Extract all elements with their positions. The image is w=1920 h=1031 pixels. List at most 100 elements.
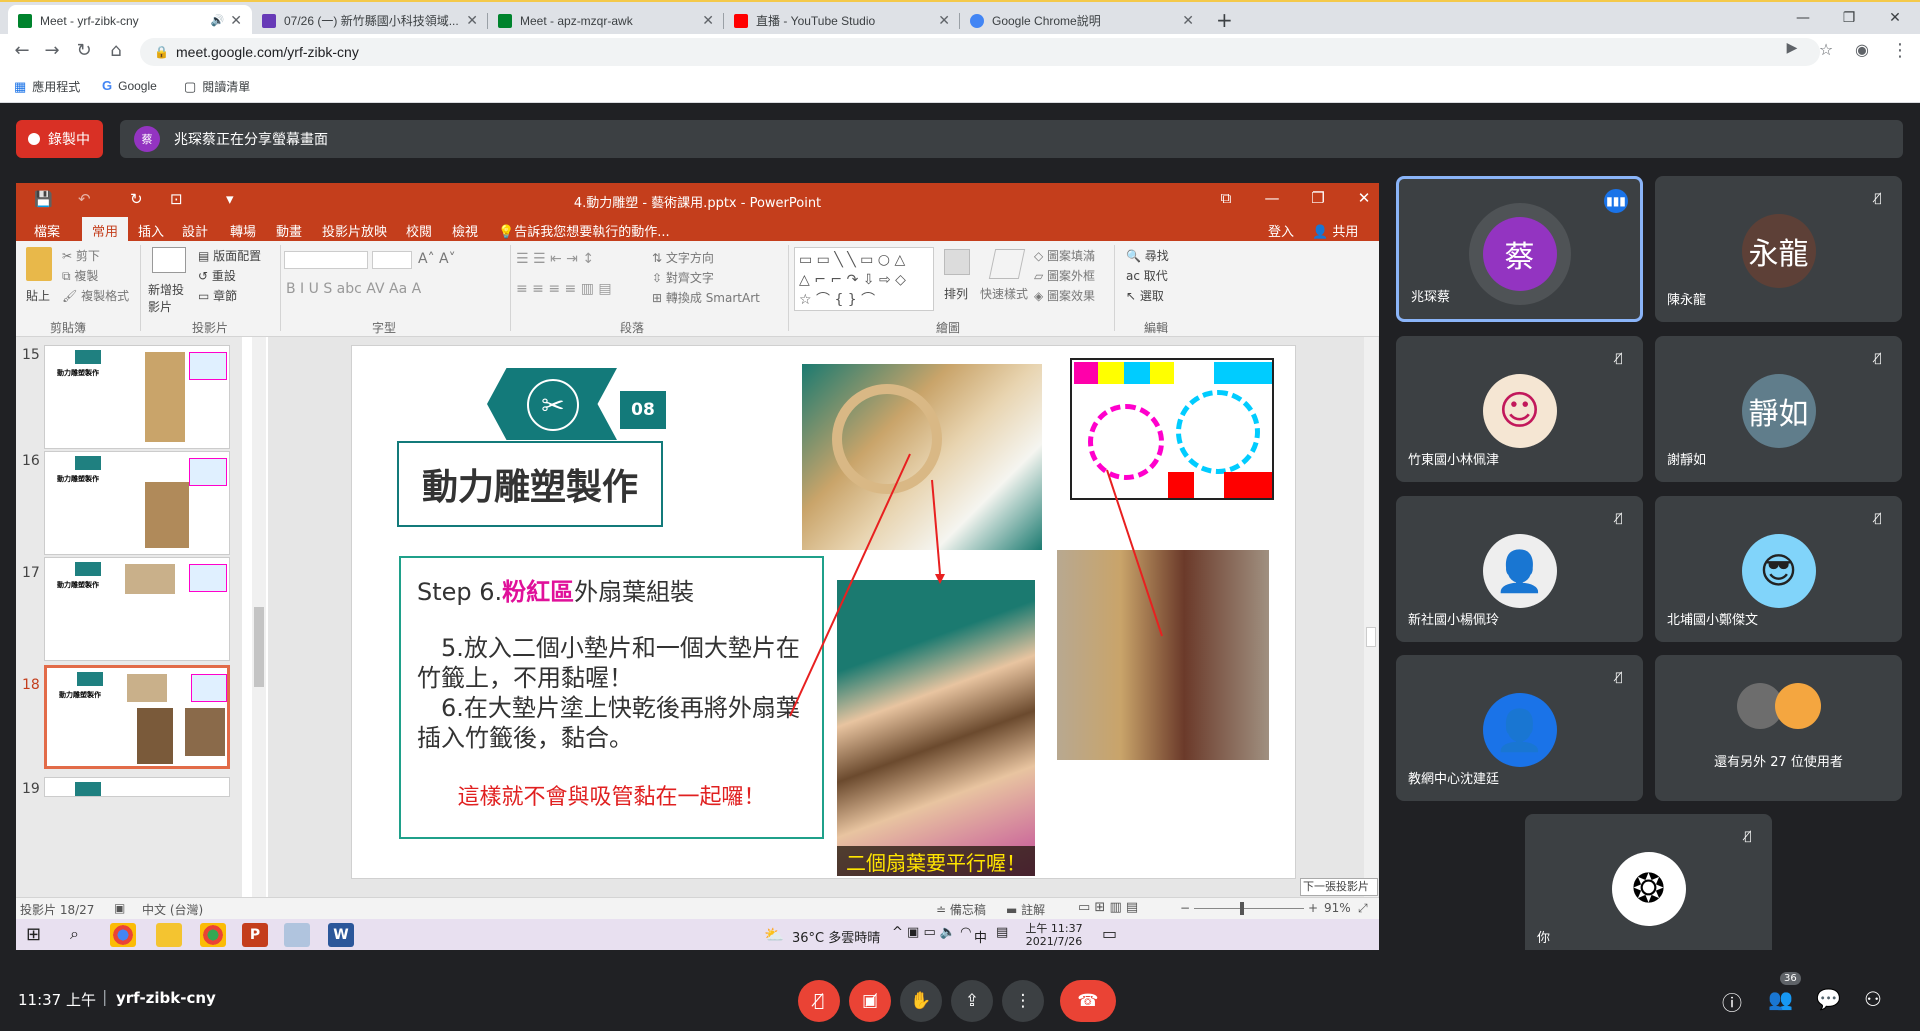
arrange-icon[interactable] xyxy=(944,249,970,275)
bookmark-apps[interactable]: ▦ 應用程式 xyxy=(14,78,80,95)
tab-chrome-help[interactable]: Google Chrome說明 ✕ xyxy=(960,5,1204,36)
audio-icon[interactable]: 🔊 xyxy=(211,14,225,27)
thumbnail-scrollbar[interactable] xyxy=(252,337,266,897)
new-tab-button[interactable]: + xyxy=(1216,8,1233,32)
zoom-level[interactable]: 91% xyxy=(1324,901,1351,915)
text-direction-button[interactable]: ⇅ 文字方向 xyxy=(652,249,714,266)
layout-button[interactable]: ▤ 版面配置 xyxy=(198,247,261,264)
close-tab-icon[interactable]: ✕ xyxy=(938,12,950,29)
close-window-button[interactable]: ✕ xyxy=(1872,4,1918,32)
tab-home[interactable]: 常用 xyxy=(82,217,129,241)
mic-toggle-button[interactable]: 🎙̸ xyxy=(798,980,840,1022)
slide-thumbnail[interactable]: 動力雕塑製作 xyxy=(44,345,230,449)
tray-icons[interactable]: ^ ▣ ▭ 🔈 ◠ xyxy=(892,925,972,940)
tab-meet-yrf[interactable]: Meet - yrf-zibk-cny 🔊 ✕ xyxy=(8,5,252,36)
ime-indicator[interactable]: 中 xyxy=(974,927,987,946)
slide-thumbnail-selected[interactable]: 動力雕塑製作 xyxy=(44,665,230,769)
maximize-button[interactable]: ❐ xyxy=(1826,4,1872,32)
fit-slide-icon[interactable]: ⤢ xyxy=(1358,901,1368,916)
people-icon[interactable]: 👥 xyxy=(1768,987,1793,1011)
find-button[interactable]: 🔍 尋找 xyxy=(1126,247,1169,264)
participant-tile[interactable]: 👤 🎙̸ 教網中心沈建廷 xyxy=(1396,655,1643,801)
signin-link[interactable]: 登入 xyxy=(1268,221,1294,240)
ppt-minimize-button[interactable]: — xyxy=(1252,189,1292,207)
taskbar-date[interactable]: 2021/7/26 xyxy=(1024,935,1084,948)
bookmark-google[interactable]: G Google xyxy=(102,78,157,93)
chrome-profile-taskbar-icon[interactable] xyxy=(200,923,226,947)
bookmark-star-icon[interactable]: ☆ xyxy=(1814,40,1838,59)
meeting-info-icon[interactable]: ⓘ xyxy=(1722,987,1742,1016)
zoom-slider[interactable] xyxy=(1194,908,1304,909)
participant-tile[interactable]: 😎 🎙̸ 北埔國小鄭傑文 xyxy=(1655,496,1902,642)
weather-text[interactable]: 36°C 多雲時晴 xyxy=(792,927,880,946)
word-taskbar-icon[interactable]: W xyxy=(328,923,354,947)
home-icon[interactable]: ⌂ xyxy=(104,40,128,61)
self-tile[interactable]: ❂ 🎙̸ 你 xyxy=(1525,814,1772,960)
taskbar-time[interactable]: 上午 11:37 xyxy=(1024,920,1084,936)
tell-me-box[interactable]: 💡告訴我您想要執行的動作... xyxy=(498,221,670,240)
minimize-button[interactable]: — xyxy=(1780,4,1826,32)
profile-avatar-icon[interactable]: ◉ xyxy=(1850,40,1874,59)
comments-button[interactable]: ▬ 註解 xyxy=(1006,901,1045,918)
more-participants-tile[interactable]: 還有另外 27 位使用者 xyxy=(1655,655,1902,801)
align-icons[interactable]: ≡ ≡ ≡ ≡ ▥ ▤ xyxy=(516,281,612,297)
powerpoint-taskbar-icon[interactable]: P xyxy=(242,923,268,947)
slide-thumbnail[interactable] xyxy=(44,777,230,797)
leave-call-button[interactable]: ☎ xyxy=(1060,980,1116,1022)
shape-fill-button[interactable]: ◇ 圖案填滿 xyxy=(1034,247,1095,264)
spellcheck-icon[interactable]: ▣ xyxy=(114,901,125,915)
menu-icon[interactable]: ⋮ xyxy=(1888,40,1912,61)
replace-button[interactable]: ac 取代 xyxy=(1126,267,1168,284)
chrome-taskbar-icon[interactable] xyxy=(110,923,136,947)
tab-meet-apz[interactable]: Meet - apz-mzqr-awk ✕ xyxy=(488,5,724,36)
participant-tile[interactable]: 靜如 🎙̸ 謝靜如 xyxy=(1655,336,1902,482)
paste-icon[interactable] xyxy=(26,247,52,281)
font-name-box[interactable] xyxy=(284,251,368,269)
ime-mode-icon[interactable]: ▤ xyxy=(996,925,1008,940)
pdf-taskbar-icon[interactable] xyxy=(284,923,310,947)
search-icon[interactable]: ⌕ xyxy=(70,924,79,944)
list-icons[interactable]: ☰ ☰ ⇤ ⇥ ↕ xyxy=(516,251,594,267)
tab-schedule[interactable]: 07/26 (一) 新竹縣國小科技領域... ✕ xyxy=(252,5,488,36)
close-tab-icon[interactable]: ✕ xyxy=(1182,12,1194,29)
font-grow-icon[interactable]: A˄ A˅ xyxy=(418,251,456,267)
view-buttons[interactable]: ▭ ⊞ ▥ ▤ xyxy=(1078,900,1138,915)
camera-toggle-button[interactable]: ▣̸ xyxy=(849,980,891,1022)
shape-effects-button[interactable]: ◈ 圖案效果 xyxy=(1034,287,1095,304)
tab-slideshow[interactable]: 投影片放映 xyxy=(322,221,387,240)
font-format-icons[interactable]: B I U S abc AV Aa A xyxy=(286,281,421,297)
ppt-restore-button[interactable]: ❐ xyxy=(1298,189,1338,207)
tab-youtube-studio[interactable]: 直播 - YouTube Studio ✕ xyxy=(724,5,960,36)
share-button[interactable]: 👤 共用 xyxy=(1312,221,1358,240)
current-slide[interactable]: ✂ 08 動力雕塑製作 Step 6.粉紅區外扇葉組裝 5.放入二個小墊片和一個… xyxy=(351,345,1296,879)
smartart-button[interactable]: ⊞ 轉換成 SmartArt xyxy=(652,289,760,306)
font-size-box[interactable] xyxy=(372,251,412,269)
close-tab-icon[interactable]: ✕ xyxy=(466,12,478,29)
participant-tile[interactable]: 永龍 🎙̸ 陳永龍 xyxy=(1655,176,1902,322)
chat-icon[interactable]: 💬 xyxy=(1816,987,1841,1011)
shape-outline-button[interactable]: ▱ 圖案外框 xyxy=(1034,267,1095,284)
close-tab-icon[interactable]: ✕ xyxy=(230,12,242,29)
ribbon-display-icon[interactable]: ⧉ xyxy=(1206,189,1246,207)
activities-icon[interactable]: ⚇ xyxy=(1864,987,1882,1011)
zoom-in-icon[interactable]: + xyxy=(1308,901,1318,915)
cut-button[interactable]: ✂ 剪下 xyxy=(62,247,100,264)
new-slide-icon[interactable] xyxy=(152,247,186,273)
select-button[interactable]: ↖ 選取 xyxy=(1126,287,1164,304)
back-icon[interactable]: ← xyxy=(10,40,34,61)
raise-hand-button[interactable]: ✋ xyxy=(900,980,942,1022)
slide-thumbnail[interactable]: 動力雕塑製作 xyxy=(44,557,230,661)
address-bar[interactable]: 🔒 meet.google.com/yrf-zibk-cny xyxy=(140,38,1820,66)
reset-button[interactable]: ↺ 重設 xyxy=(198,267,236,284)
bookmark-reading-list[interactable]: ▢ 閱讀清單 xyxy=(184,78,250,95)
notes-button[interactable]: ≐ 備忘稿 xyxy=(936,901,986,918)
section-button[interactable]: ▭ 章節 xyxy=(198,287,237,304)
file-explorer-icon[interactable] xyxy=(156,923,182,947)
close-tab-icon[interactable]: ✕ xyxy=(702,12,714,29)
align-text-button[interactable]: ⇳ 對齊文字 xyxy=(652,269,714,286)
forward-icon[interactable]: → xyxy=(40,40,64,61)
participant-tile[interactable]: ☺ 🎙̸ 竹東國小林佩津 xyxy=(1396,336,1643,482)
more-options-button[interactable]: ⋮ xyxy=(1002,980,1044,1022)
tab-file[interactable]: 檔案 xyxy=(34,221,60,240)
zoom-out-icon[interactable]: − xyxy=(1180,901,1190,915)
